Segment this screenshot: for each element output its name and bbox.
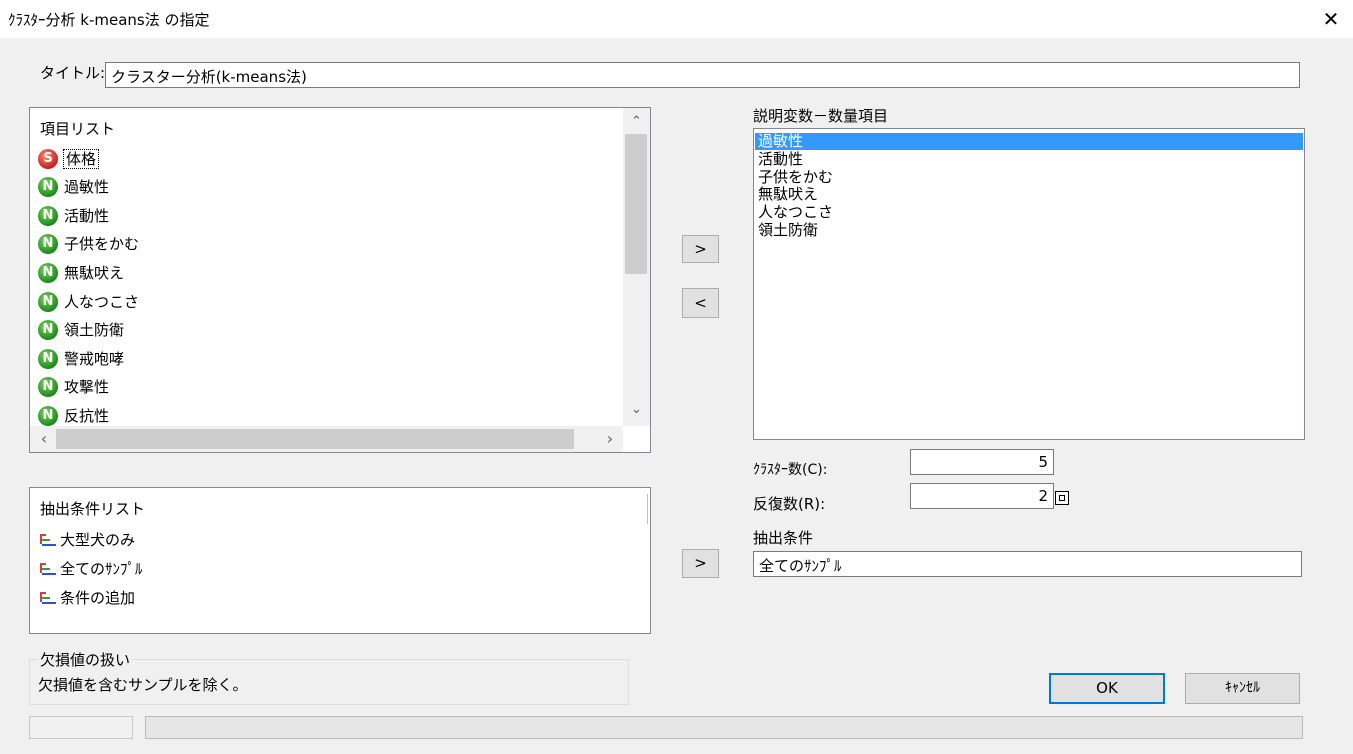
condition-list[interactable]: 抽出条件リスト 大型犬のみ全てのｻﾝﾌﾟﾙ 条件の追加 bbox=[29, 487, 651, 634]
explanatory-var-item[interactable]: 過敏性 bbox=[755, 133, 1303, 150]
missing-values-text: 欠損値を含むサンプルを除く。 bbox=[38, 676, 248, 694]
missing-values-label: 欠損値の扱い bbox=[38, 649, 133, 670]
explanatory-var-item[interactable]: 活動性 bbox=[758, 150, 803, 168]
numeric-variable-icon: N bbox=[38, 205, 58, 226]
cluster-count-value: 5 bbox=[1038, 453, 1048, 471]
window-title: ｸﾗｽﾀｰ分析 k-means法 の指定 bbox=[8, 11, 210, 29]
title-bar: ｸﾗｽﾀｰ分析 k-means法 の指定 ✕ bbox=[0, 0, 1353, 38]
string-variable-icon: S bbox=[38, 148, 58, 169]
numeric-variable-icon: N bbox=[38, 377, 58, 398]
item-list-label: 警戒咆哮 bbox=[64, 349, 125, 368]
item-list-row[interactable]: N 活動性 bbox=[38, 202, 109, 228]
horizontal-scrollbar[interactable]: ‹ › bbox=[30, 426, 623, 452]
divider bbox=[647, 494, 648, 524]
scroll-down-icon[interactable]: ⌄ bbox=[623, 400, 650, 420]
title-input-value: クラスター分析(k-means法) bbox=[111, 68, 307, 86]
item-list-row[interactable]: N 無駄吠え bbox=[38, 259, 124, 285]
item-list-label: 反抗性 bbox=[64, 406, 110, 425]
item-list-label: 攻撃性 bbox=[64, 378, 110, 397]
add-variable-button[interactable]: > bbox=[682, 235, 719, 263]
explanatory-var-item[interactable]: 無駄吠え bbox=[758, 186, 818, 203]
scroll-left-icon[interactable]: ‹ bbox=[34, 428, 54, 450]
item-list-label: 子供をかむ bbox=[64, 235, 140, 254]
progress-bar bbox=[145, 716, 1303, 739]
iterations-input[interactable]: 2 bbox=[910, 483, 1054, 509]
explanatory-vars-list[interactable]: 過敏性 活動性 子供をかむ 無駄吠え 人なつこさ 領土防衛 bbox=[753, 128, 1305, 440]
explanatory-vars-label: 説明変数－数量項目 bbox=[753, 107, 889, 125]
title-input[interactable]: クラスター分析(k-means法) bbox=[105, 62, 1300, 88]
filter-condition-icon bbox=[38, 532, 58, 548]
condition-list-item[interactable]: 大型犬のみ bbox=[38, 526, 135, 552]
explanatory-var-item[interactable]: 人なつこさ bbox=[758, 204, 833, 221]
condition-list-item[interactable]: 全てのｻﾝﾌﾟﾙ bbox=[38, 555, 143, 581]
close-icon[interactable]: ✕ bbox=[1318, 6, 1344, 32]
title-label: タイトル: bbox=[40, 64, 106, 82]
ok-button[interactable]: OK bbox=[1049, 673, 1165, 704]
remove-variable-button[interactable]: < bbox=[682, 288, 719, 318]
vertical-scrollbar[interactable]: ⌃ ⌄ bbox=[623, 108, 650, 426]
condition-label: 抽出条件 bbox=[753, 529, 814, 547]
explanatory-var-item[interactable]: 領土防衛 bbox=[758, 222, 818, 239]
scroll-thumb[interactable] bbox=[625, 134, 647, 274]
item-list-row[interactable]: N 攻撃性 bbox=[38, 374, 109, 400]
add-condition-button[interactable]: > bbox=[682, 549, 719, 578]
numeric-variable-icon: N bbox=[38, 405, 58, 426]
numeric-variable-icon: N bbox=[38, 348, 58, 369]
filter-condition-icon bbox=[38, 590, 58, 606]
numeric-variable-icon: N bbox=[38, 262, 58, 283]
item-list-header: 項目リスト bbox=[40, 120, 116, 138]
item-list-row[interactable]: S 体格 bbox=[38, 145, 100, 171]
iterations-expand-icon[interactable] bbox=[1055, 491, 1069, 505]
item-list-label: 無駄吠え bbox=[64, 263, 125, 282]
condition-list-label: 大型犬のみ bbox=[60, 530, 136, 549]
scroll-up-icon[interactable]: ⌃ bbox=[623, 112, 650, 132]
numeric-variable-icon: N bbox=[38, 291, 58, 312]
explanatory-var-item[interactable]: 子供をかむ bbox=[758, 168, 833, 186]
iterations-label: 反復数(R): bbox=[753, 495, 826, 513]
item-list-row[interactable]: N 過敏性 bbox=[38, 174, 109, 200]
condition-list-label: 条件の追加 bbox=[60, 588, 136, 607]
item-list[interactable]: 項目リスト S 体格 N 過敏性 N 活動性 N 子供をかむ N 無駄吠え N 人なつこさ N 領土防衛 N… bbox=[29, 107, 651, 453]
item-list-row[interactable]: N 人なつこさ bbox=[38, 288, 139, 314]
cancel-button[interactable]: ｷｬﾝｾﾙ bbox=[1185, 673, 1300, 704]
numeric-variable-icon: N bbox=[38, 320, 58, 341]
numeric-variable-icon: N bbox=[38, 177, 58, 198]
item-list-row[interactable]: N 警戒咆哮 bbox=[38, 345, 124, 371]
item-list-row[interactable]: N 反抗性 bbox=[38, 402, 109, 428]
iterations-value: 2 bbox=[1038, 487, 1048, 505]
condition-value: 全てのｻﾝﾌﾟﾙ bbox=[759, 557, 842, 575]
cluster-count-input[interactable]: 5 bbox=[910, 449, 1054, 475]
condition-list-label: 全てのｻﾝﾌﾟﾙ bbox=[60, 559, 143, 578]
status-panel bbox=[29, 716, 133, 739]
item-list-label: 体格 bbox=[62, 148, 100, 169]
horizontal-scroll-thumb[interactable] bbox=[56, 429, 574, 449]
item-list-label: 活動性 bbox=[64, 206, 110, 225]
item-list-row[interactable]: N 領土防衛 bbox=[38, 317, 124, 343]
filter-condition-icon bbox=[38, 561, 58, 577]
scroll-right-icon[interactable]: › bbox=[600, 428, 620, 450]
cluster-count-label: ｸﾗｽﾀｰ数(C): bbox=[753, 462, 828, 478]
condition-input[interactable]: 全てのｻﾝﾌﾟﾙ bbox=[753, 551, 1302, 577]
item-list-label: 過敏性 bbox=[64, 178, 110, 197]
condition-list-header: 抽出条件リスト bbox=[40, 500, 146, 518]
item-list-label: 領土防衛 bbox=[64, 321, 125, 340]
item-list-row[interactable]: N 子供をかむ bbox=[38, 231, 139, 257]
numeric-variable-icon: N bbox=[38, 234, 58, 255]
condition-list-item[interactable]: 条件の追加 bbox=[38, 584, 135, 610]
item-list-label: 人なつこさ bbox=[64, 292, 140, 311]
